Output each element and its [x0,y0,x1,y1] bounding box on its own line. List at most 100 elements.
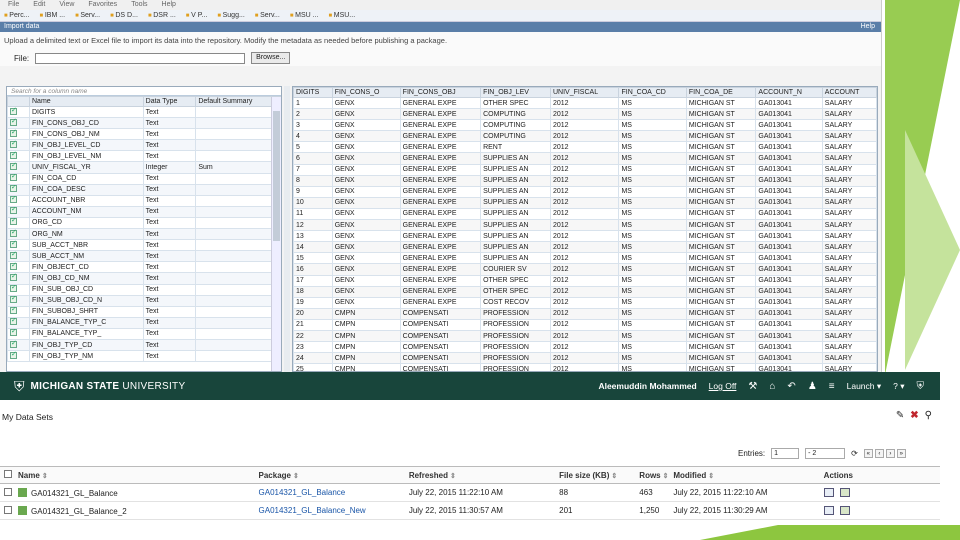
table-row[interactable]: ACCOUNT_NMText [7,205,281,218]
include-checkbox[interactable] [10,230,17,237]
table-row[interactable]: FIN_OBJ_CD_NMText [7,272,281,285]
include-checkbox[interactable] [10,163,17,171]
entries-from[interactable]: 1 [771,448,800,459]
menu-item[interactable]: File [8,0,19,10]
include-checkbox[interactable] [10,174,17,182]
browse-button[interactable]: Browse... [251,52,291,64]
last-page-icon[interactable]: » [896,449,906,458]
default-summary[interactable] [195,183,281,196]
favorite-link[interactable]: DS D... [110,10,138,21]
menu-item[interactable]: Edit [33,0,45,10]
menu-item[interactable]: View [59,0,74,10]
include-checkbox[interactable] [10,119,17,126]
favorite-link[interactable]: MSU... [328,10,355,21]
delete-icon[interactable]: ✖ [910,410,918,421]
select-all-checkbox[interactable] [4,470,12,478]
sort-icon[interactable]: ⇕ [708,473,714,480]
sort-icon[interactable]: ⇕ [450,473,456,480]
table-row[interactable]: FIN_SUB_OBJ_CD_NText [7,294,281,307]
favorite-link[interactable]: Perc... [4,10,29,21]
include-checkbox[interactable] [10,274,17,281]
include-checkbox[interactable] [10,241,17,248]
default-summary[interactable] [195,194,281,207]
column-search-input[interactable]: Search for a column name [7,87,281,96]
include-checkbox[interactable] [10,130,17,137]
table-row[interactable]: ORG_NMText [7,228,281,241]
data-type[interactable]: Text [142,283,197,296]
table-row[interactable]: FIN_OBJ_TYP_CDText [7,338,281,352]
data-type[interactable]: Text [142,350,197,363]
include-checkbox[interactable] [10,207,17,215]
menu-item[interactable]: Tools [131,0,147,10]
default-summary[interactable] [195,228,281,241]
table-row[interactable]: FIN_COA_DESCText [7,183,281,196]
table-row[interactable]: FIN_OBJ_LEVEL_CDText [7,139,281,152]
menu-item[interactable]: Favorites [88,0,117,10]
data-type[interactable]: Text [142,117,197,130]
edit-icon[interactable]: ✎ [896,410,904,421]
table-row[interactable]: FIN_SUB_OBJ_CDText [7,283,281,296]
default-summary[interactable] [195,172,281,185]
data-type[interactable]: Text [142,139,197,152]
data-type[interactable]: Text [142,228,197,241]
default-summary[interactable] [195,139,281,152]
menu-item[interactable]: Help [162,0,176,10]
data-type[interactable]: Text [142,172,197,185]
default-summary[interactable] [195,316,281,329]
column-header[interactable]: Modified ⇕ [669,466,820,484]
include-checkbox[interactable] [10,307,17,315]
package-link[interactable]: GA014321_GL_Balance_New [259,506,366,515]
data-type[interactable]: Text [142,250,197,263]
include-checkbox[interactable] [10,141,17,148]
back-icon[interactable]: ↶ [787,381,795,392]
properties-icon[interactable] [823,487,834,497]
sort-icon[interactable]: ⇕ [663,473,669,480]
favorite-link[interactable]: Serv... [255,10,280,21]
data-type[interactable]: Text [142,305,197,318]
table-row[interactable]: FIN_OBJ_LEVEL_NMText [7,150,281,163]
data-type[interactable]: Text [142,183,197,196]
default-summary[interactable] [195,117,281,130]
column-header[interactable]: Name ⇕ [14,466,255,484]
table-row[interactable]: ACCOUNT_NBRText [7,194,281,207]
data-type[interactable]: Text [142,105,197,119]
include-checkbox[interactable] [10,340,17,348]
include-checkbox[interactable] [10,285,17,293]
include-checkbox[interactable] [10,185,17,193]
include-checkbox[interactable] [10,352,17,359]
default-summary[interactable] [195,261,281,274]
table-row[interactable]: FIN_CONS_OBJ_NMText [7,128,281,141]
table-row[interactable]: SUB_ACCT_NBRText [7,239,281,252]
data-type[interactable]: Text [142,239,197,252]
include-checkbox[interactable] [10,318,17,326]
table-row[interactable]: FIN_BALANCE_TYP_CText [7,316,281,329]
default-summary[interactable] [195,294,281,307]
sort-icon[interactable]: ⇕ [293,473,299,480]
user-icon[interactable]: ♟ [808,381,817,392]
default-summary[interactable] [195,350,281,363]
data-type[interactable]: Text [142,316,197,329]
refresh-data-icon[interactable] [839,505,850,515]
default-summary[interactable] [195,305,281,318]
default-summary[interactable] [195,205,281,218]
column-header[interactable]: Default Summary [195,96,281,107]
favorite-link[interactable]: V P... [186,10,207,21]
table-row[interactable]: FIN_OBJECT_CDText [7,261,281,274]
table-row[interactable]: FIN_CONS_OBJ_CDText [7,117,281,130]
column-header[interactable]: Refreshed ⇕ [404,466,556,484]
data-type[interactable]: Text [142,128,197,141]
table-row[interactable]: UNIV_FISCAL_YRIntegerSum [7,161,281,174]
pane-splitter[interactable] [284,86,290,372]
tools-icon[interactable]: ⚒ [748,381,757,392]
column-header[interactable]: Package ⇕ [254,466,405,484]
include-checkbox[interactable] [10,218,17,226]
entries-to[interactable]: - 2 [805,448,846,459]
data-type[interactable]: Text [142,194,197,207]
default-summary[interactable]: Sum [195,161,281,174]
launch-menu[interactable]: Launch ▾ [847,381,882,392]
first-page-icon[interactable]: « [863,449,873,458]
default-summary[interactable] [195,338,281,352]
column-header[interactable]: Data Type [142,96,197,107]
favorite-link[interactable]: MSU ... [290,10,318,21]
default-summary[interactable] [195,272,281,285]
